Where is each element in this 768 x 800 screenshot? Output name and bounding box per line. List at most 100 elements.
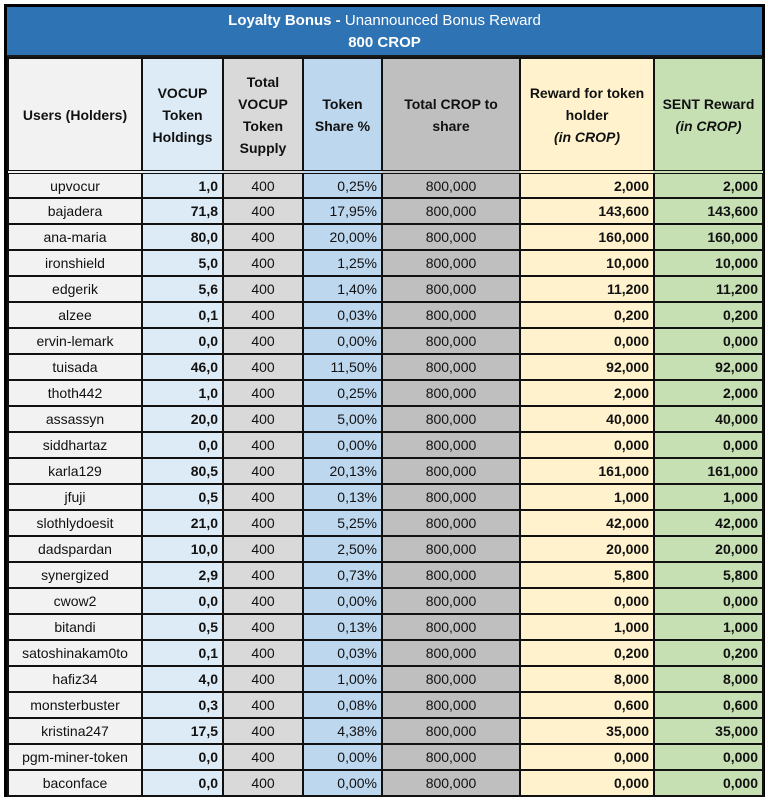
header-supply[interactable]: Total VOCUP Token Supply [222, 57, 304, 174]
cell-sent[interactable]: 1,000 [653, 483, 764, 511]
cell-sent[interactable]: 35,000 [653, 717, 764, 745]
cell-holdings[interactable]: 80,5 [141, 457, 224, 485]
cell-total[interactable]: 800,000 [381, 665, 521, 693]
cell-total[interactable]: 800,000 [381, 431, 521, 459]
cell-holdings[interactable]: 1,0 [141, 379, 224, 407]
cell-supply[interactable]: 400 [222, 171, 304, 199]
cell-reward[interactable]: 0,200 [519, 301, 655, 329]
cell-user[interactable]: synergized [7, 561, 143, 589]
cell-reward[interactable]: 143,600 [519, 197, 655, 225]
cell-holdings[interactable]: 0,1 [141, 301, 224, 329]
cell-supply[interactable]: 400 [222, 223, 304, 251]
cell-holdings[interactable]: 0,0 [141, 431, 224, 459]
cell-total[interactable]: 800,000 [381, 483, 521, 511]
cell-total[interactable]: 800,000 [381, 587, 521, 615]
cell-holdings[interactable]: 0,0 [141, 743, 224, 771]
header-share[interactable]: Token Share % [302, 57, 383, 174]
cell-sent[interactable]: 2,000 [653, 379, 764, 407]
cell-holdings[interactable]: 2,9 [141, 561, 224, 589]
cell-supply[interactable]: 400 [222, 639, 304, 667]
cell-user[interactable]: baconface [7, 769, 143, 797]
cell-share[interactable]: 17,95% [302, 197, 383, 225]
cell-holdings[interactable]: 4,0 [141, 665, 224, 693]
cell-sent[interactable]: 20,000 [653, 535, 764, 563]
cell-total[interactable]: 800,000 [381, 275, 521, 303]
cell-total[interactable]: 800,000 [381, 691, 521, 719]
cell-share[interactable]: 0,00% [302, 743, 383, 771]
header-holdings[interactable]: VOCUP Token Holdings [141, 57, 224, 174]
cell-share[interactable]: 0,13% [302, 483, 383, 511]
cell-share[interactable]: 2,50% [302, 535, 383, 563]
cell-user[interactable]: tuisada [7, 353, 143, 381]
cell-user[interactable]: monsterbuster [7, 691, 143, 719]
cell-reward[interactable]: 40,000 [519, 405, 655, 433]
cell-reward[interactable]: 0,000 [519, 769, 655, 797]
cell-share[interactable]: 1,25% [302, 249, 383, 277]
cell-sent[interactable]: 2,000 [653, 171, 764, 199]
cell-total[interactable]: 800,000 [381, 379, 521, 407]
cell-total[interactable]: 800,000 [381, 405, 521, 433]
cell-total[interactable]: 800,000 [381, 327, 521, 355]
cell-user[interactable]: slothlydoesit [7, 509, 143, 537]
cell-reward[interactable]: 8,000 [519, 665, 655, 693]
cell-sent[interactable]: 0,200 [653, 301, 764, 329]
cell-share[interactable]: 0,00% [302, 769, 383, 797]
cell-holdings[interactable]: 21,0 [141, 509, 224, 537]
cell-total[interactable]: 800,000 [381, 249, 521, 277]
cell-sent[interactable]: 0,000 [653, 431, 764, 459]
cell-supply[interactable]: 400 [222, 691, 304, 719]
cell-supply[interactable]: 400 [222, 379, 304, 407]
cell-share[interactable]: 0,03% [302, 301, 383, 329]
cell-supply[interactable]: 400 [222, 275, 304, 303]
cell-user[interactable]: cwow2 [7, 587, 143, 615]
cell-user[interactable]: karla129 [7, 457, 143, 485]
cell-supply[interactable]: 400 [222, 665, 304, 693]
cell-holdings[interactable]: 1,0 [141, 171, 224, 199]
cell-supply[interactable]: 400 [222, 535, 304, 563]
cell-total[interactable]: 800,000 [381, 353, 521, 381]
cell-user[interactable]: satoshinakam0to [7, 639, 143, 667]
cell-supply[interactable]: 400 [222, 327, 304, 355]
cell-supply[interactable]: 400 [222, 301, 304, 329]
cell-share[interactable]: 20,13% [302, 457, 383, 485]
cell-share[interactable]: 0,73% [302, 561, 383, 589]
cell-user[interactable]: dadspardan [7, 535, 143, 563]
cell-supply[interactable]: 400 [222, 249, 304, 277]
cell-share[interactable]: 5,00% [302, 405, 383, 433]
cell-supply[interactable]: 400 [222, 353, 304, 381]
cell-supply[interactable]: 400 [222, 717, 304, 745]
cell-reward[interactable]: 0,000 [519, 327, 655, 355]
cell-share[interactable]: 0,00% [302, 587, 383, 615]
cell-reward[interactable]: 161,000 [519, 457, 655, 485]
cell-sent[interactable]: 0,000 [653, 769, 764, 797]
cell-reward[interactable]: 5,800 [519, 561, 655, 589]
cell-holdings[interactable]: 0,5 [141, 613, 224, 641]
cell-user[interactable]: siddhartaz [7, 431, 143, 459]
cell-share[interactable]: 4,38% [302, 717, 383, 745]
header-users[interactable]: Users (Holders) [7, 57, 143, 174]
cell-share[interactable]: 1,00% [302, 665, 383, 693]
cell-sent[interactable]: 8,000 [653, 665, 764, 693]
cell-share[interactable]: 1,40% [302, 275, 383, 303]
cell-user[interactable]: edgerik [7, 275, 143, 303]
cell-sent[interactable]: 0,000 [653, 327, 764, 355]
cell-share[interactable]: 0,13% [302, 613, 383, 641]
header-sent[interactable]: SENT Reward (in CROP) [653, 57, 764, 174]
cell-supply[interactable]: 400 [222, 197, 304, 225]
header-reward[interactable]: Reward for token holder (in CROP) [519, 57, 655, 174]
cell-reward[interactable]: 1,000 [519, 483, 655, 511]
cell-total[interactable]: 800,000 [381, 223, 521, 251]
cell-share[interactable]: 0,00% [302, 431, 383, 459]
cell-sent[interactable]: 161,000 [653, 457, 764, 485]
cell-share[interactable]: 20,00% [302, 223, 383, 251]
cell-holdings[interactable]: 71,8 [141, 197, 224, 225]
cell-user[interactable]: assassyn [7, 405, 143, 433]
cell-reward[interactable]: 42,000 [519, 509, 655, 537]
cell-holdings[interactable]: 17,5 [141, 717, 224, 745]
cell-sent[interactable]: 0,600 [653, 691, 764, 719]
cell-holdings[interactable]: 20,0 [141, 405, 224, 433]
cell-total[interactable]: 800,000 [381, 197, 521, 225]
cell-holdings[interactable]: 80,0 [141, 223, 224, 251]
cell-user[interactable]: ana-maria [7, 223, 143, 251]
cell-sent[interactable]: 40,000 [653, 405, 764, 433]
